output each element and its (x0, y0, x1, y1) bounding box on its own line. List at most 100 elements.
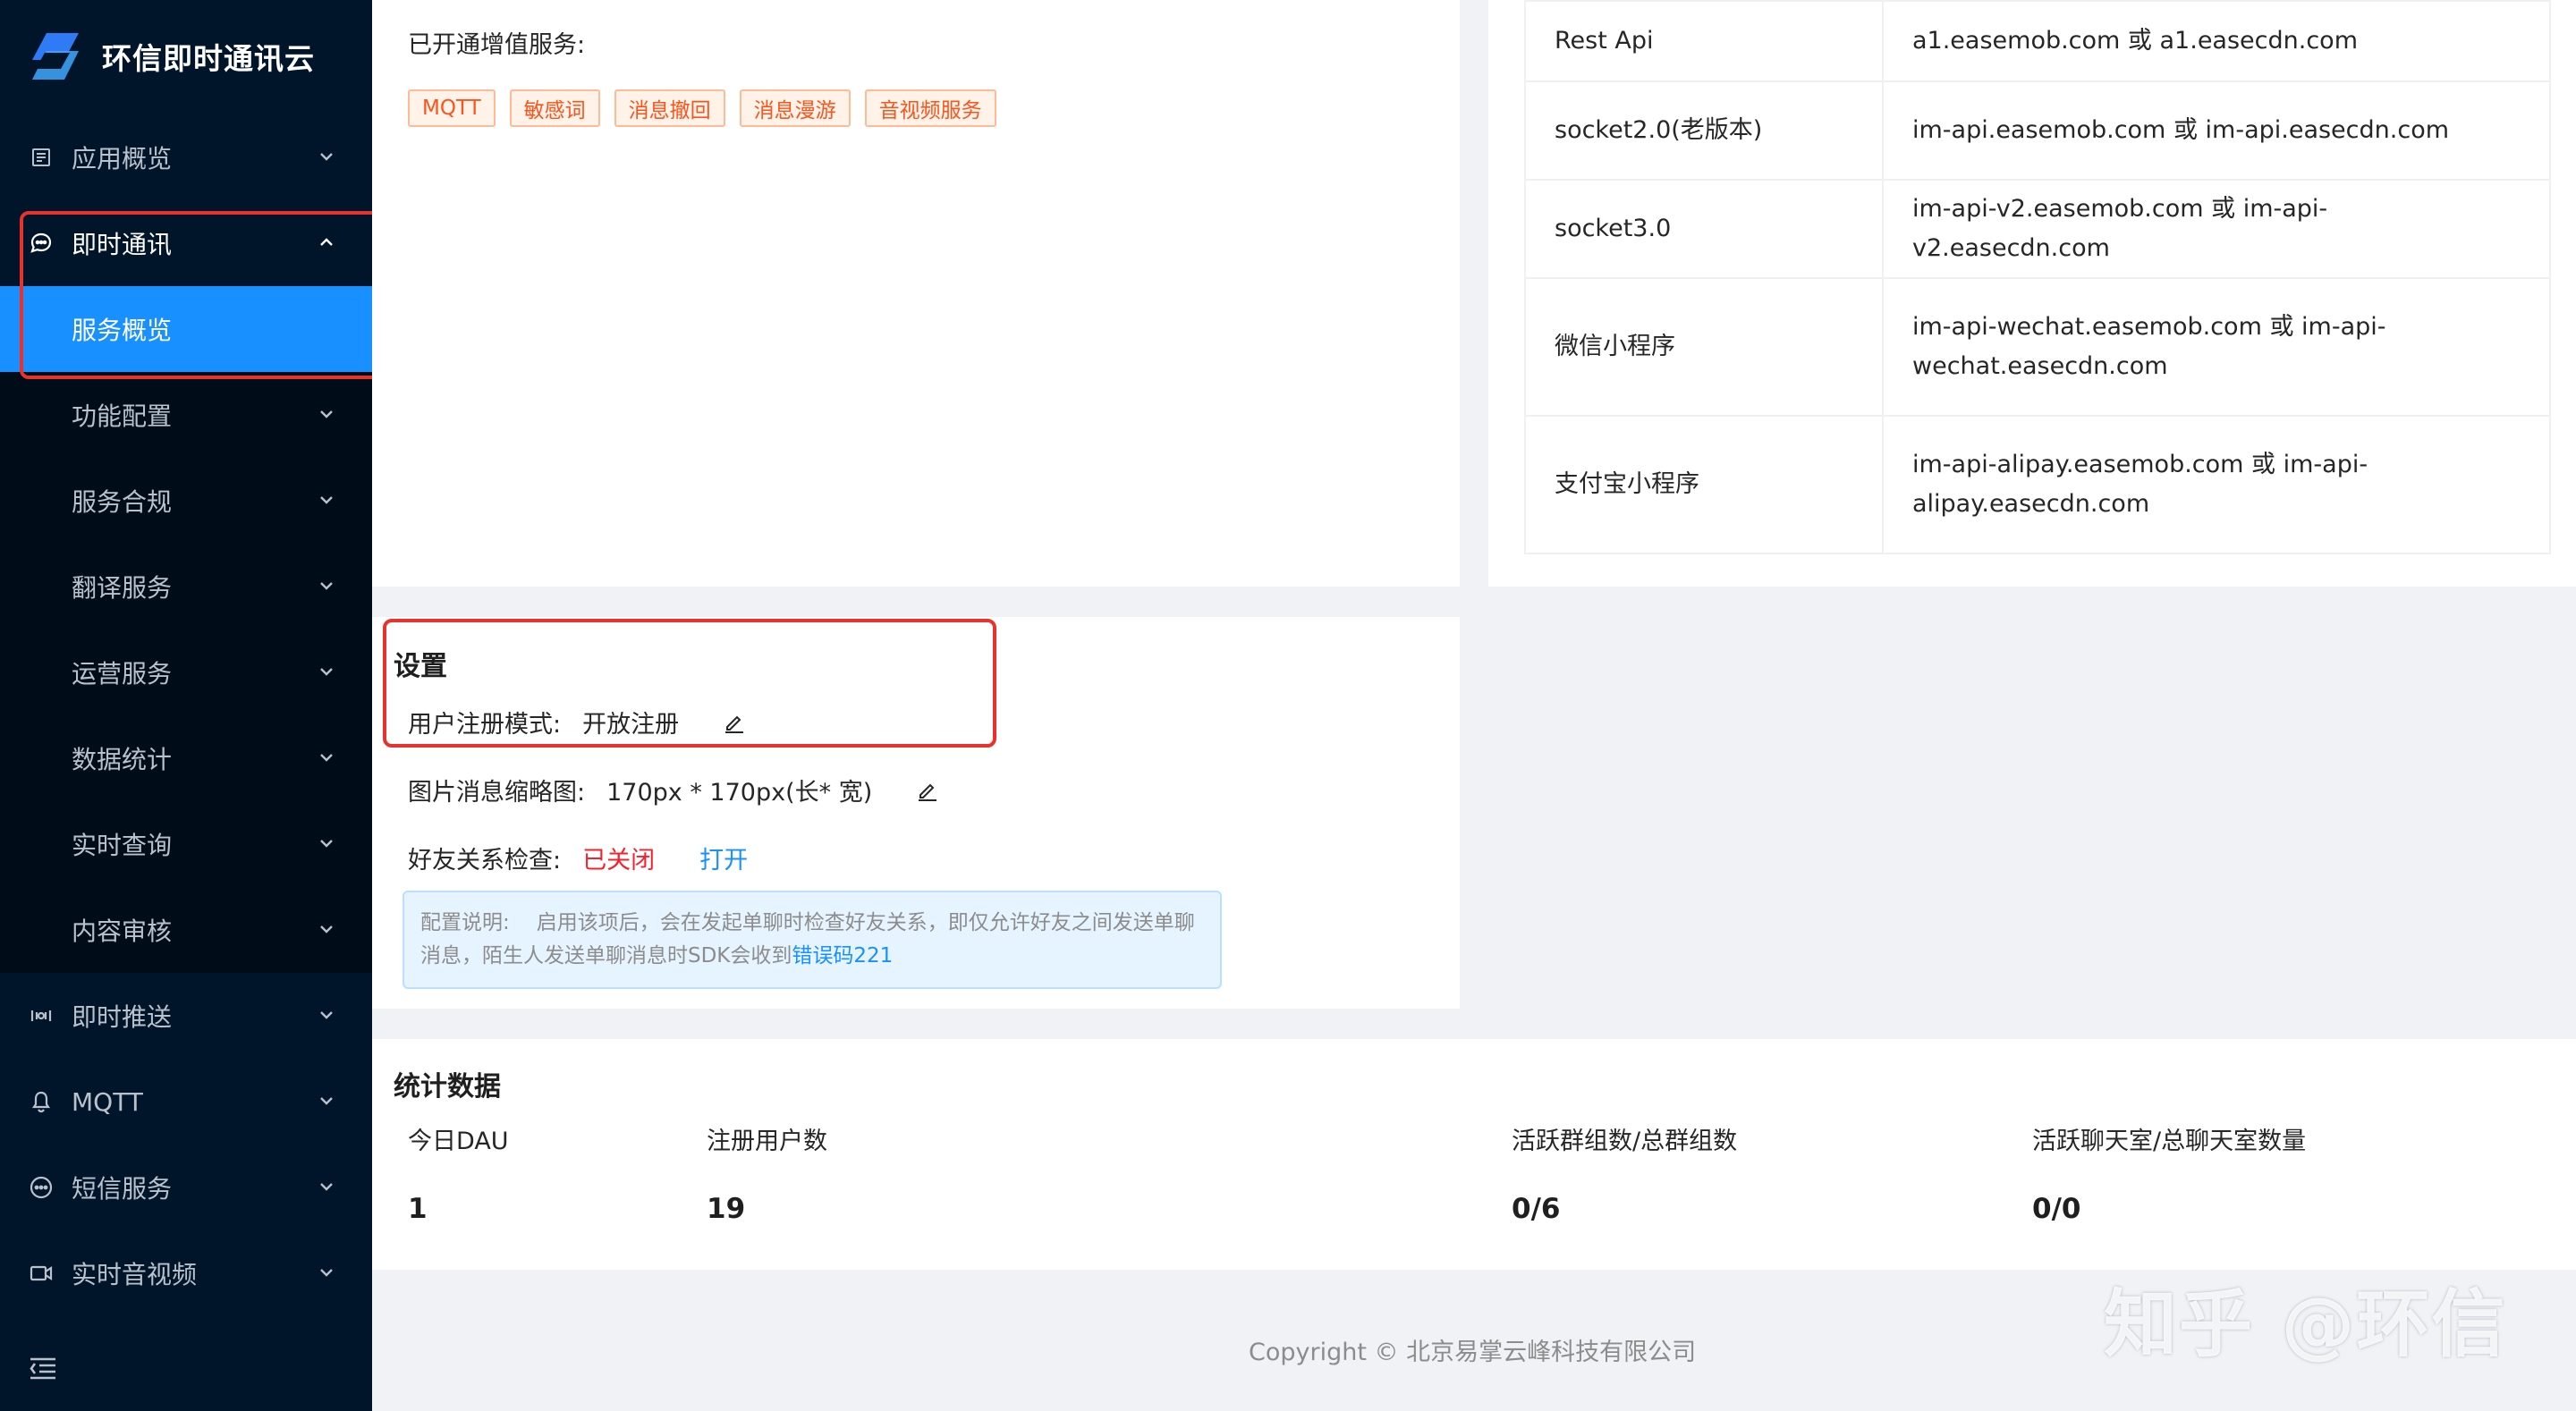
app-title: 环信即时通讯云 (102, 35, 315, 78)
chevron-down-icon (317, 1177, 336, 1196)
chevron-down-icon (317, 662, 336, 681)
stat-value-dau: 1 (408, 1193, 428, 1225)
app-logo[interactable]: 环信即时通讯云 (27, 25, 315, 88)
sidebar-item-label: 翻译服务 (72, 569, 172, 604)
sidebar-item-statistics[interactable]: 数据统计 (0, 715, 372, 801)
value-added-services-panel: 已开通增值服务: MQTT 敏感词 消息撤回 消息漫游 音视频服务 (372, 0, 1460, 587)
stat-value-chatrooms: 0/0 (2032, 1193, 2080, 1225)
sidebar-item-label: 即时推送 (72, 998, 172, 1034)
push-icon (27, 1001, 55, 1030)
sidebar-item-app-overview[interactable]: 应用概览 (0, 114, 372, 200)
address-name: Rest Api (1525, 1, 1883, 81)
sidebar-menu: 应用概览 即时通讯 服务概览 功能配置 服务合规 翻译服务 (0, 114, 372, 1316)
register-mode-value: 开放注册 (582, 705, 679, 739)
address-value: im-api-v2.easemob.com 或 im-api-v2.easecd… (1883, 180, 2550, 278)
sidebar-item-label: 运营服务 (72, 655, 172, 690)
chevron-down-icon (317, 490, 336, 510)
sidebar-item-label: 数据统计 (72, 740, 172, 776)
error-code-link[interactable]: 错误码221 (792, 944, 893, 967)
logo-icon (27, 28, 84, 85)
enable-friend-check-link[interactable]: 打开 (699, 841, 748, 875)
address-value: im-api.easemob.com 或 im-api.easecdn.com (1883, 81, 2550, 180)
address-name: socket2.0(老版本) (1525, 81, 1883, 180)
video-icon (27, 1259, 55, 1288)
watermark: 知乎 @环信 (2104, 1264, 2507, 1371)
sidebar-item-label: 短信服务 (72, 1170, 172, 1205)
service-tags: MQTT 敏感词 消息撤回 消息漫游 音视频服务 (408, 89, 996, 127)
sidebar-item-label: 功能配置 (72, 397, 172, 433)
chevron-down-icon (317, 919, 336, 939)
chat-icon (27, 229, 55, 258)
service-tag: 消息撤回 (614, 89, 725, 127)
chevron-down-icon (317, 748, 336, 767)
list-icon (27, 143, 55, 172)
stat-value-registered: 19 (707, 1193, 745, 1225)
thumbnail-label: 图片消息缩略图: (408, 773, 585, 807)
address-value: im-api-alipay.easemob.com 或 im-api-alipa… (1883, 416, 2550, 553)
edit-icon[interactable] (915, 778, 940, 803)
stats-title: 统计数据 (394, 1064, 501, 1103)
sidebar-item-compliance[interactable]: 服务合规 (0, 458, 372, 544)
chevron-down-icon (317, 404, 336, 424)
register-mode-row: 用户注册模式: 开放注册 (408, 705, 747, 739)
register-mode-label: 用户注册模式: (408, 705, 561, 739)
address-name: socket3.0 (1525, 180, 1883, 278)
table-row: 支付宝小程序 im-api-alipay.easemob.com 或 im-ap… (1525, 416, 2550, 553)
sidebar-item-label: 服务合规 (72, 483, 172, 519)
table-row: socket2.0(老版本) im-api.easemob.com 或 im-a… (1525, 81, 2550, 180)
friend-check-label: 好友关系检查: (408, 841, 561, 875)
friend-check-row: 好友关系检查: 已关闭 打开 (408, 841, 748, 875)
sidebar-item-label: 实时音视频 (72, 1255, 197, 1291)
sidebar-item-operations[interactable]: 运营服务 (0, 629, 372, 715)
sidebar-item-content-review[interactable]: 内容审核 (0, 887, 372, 973)
service-tag: 敏感词 (510, 89, 600, 127)
sidebar-item-instant-messaging[interactable]: 即时通讯 (0, 200, 372, 286)
sidebar-item-label: 实时查询 (72, 826, 172, 862)
copyright-text: Copyright © 北京易掌云峰科技有限公司 (1249, 1332, 1696, 1367)
sidebar-item-translation[interactable]: 翻译服务 (0, 544, 372, 629)
collapse-menu-icon[interactable] (27, 1352, 59, 1384)
edit-icon[interactable] (722, 710, 747, 735)
thumbnail-value: 170px * 170px(长* 宽) (606, 773, 872, 807)
chevron-down-icon (317, 1005, 336, 1025)
thumbnail-row: 图片消息缩略图: 170px * 170px(长* 宽) (408, 773, 940, 807)
chevron-down-icon (317, 833, 336, 853)
sidebar: 环信即时通讯云 应用概览 即时通讯 服务概览 功能配置 (0, 0, 372, 1411)
sidebar-item-mqtt[interactable]: MQTT (0, 1059, 372, 1145)
server-address-panel: Rest Api a1.easemob.com 或 a1.easecdn.com… (1488, 0, 2576, 587)
stat-label-registered: 注册用户数 (707, 1121, 827, 1156)
sms-icon (27, 1173, 55, 1202)
sidebar-item-label: 服务概览 (72, 311, 172, 347)
sidebar-item-label: 内容审核 (72, 912, 172, 948)
sidebar-item-label: 应用概览 (72, 139, 172, 175)
table-row: 微信小程序 im-api-wechat.easemob.com 或 im-api… (1525, 278, 2550, 416)
address-value: im-api-wechat.easemob.com 或 im-api-wecha… (1883, 278, 2550, 416)
address-name: 支付宝小程序 (1525, 416, 1883, 553)
stat-value-groups: 0/6 (1512, 1193, 1560, 1225)
sidebar-item-sms[interactable]: 短信服务 (0, 1145, 372, 1230)
service-tag: 音视频服务 (865, 89, 996, 127)
service-tag: MQTT (408, 89, 496, 127)
bell-icon (27, 1087, 55, 1116)
address-name: 微信小程序 (1525, 278, 1883, 416)
sidebar-item-push[interactable]: 即时推送 (0, 973, 372, 1059)
stat-label-dau: 今日DAU (408, 1121, 509, 1156)
chevron-down-icon (317, 1263, 336, 1282)
config-note: 配置说明:启用该项后，会在发起单聊时检查好友关系，即仅允许好友之间发送单聊消息，… (402, 891, 1222, 989)
chevron-down-icon (317, 576, 336, 596)
sidebar-item-label: MQTT (72, 1087, 143, 1117)
chevron-up-icon (317, 232, 336, 252)
table-row: socket3.0 im-api-v2.easemob.com 或 im-api… (1525, 180, 2550, 278)
stat-label-chatrooms: 活跃聊天室/总聊天室数量 (2032, 1121, 2306, 1156)
sidebar-item-rtc[interactable]: 实时音视频 (0, 1230, 372, 1316)
sidebar-item-feature-config[interactable]: 功能配置 (0, 372, 372, 458)
sidebar-item-service-overview[interactable]: 服务概览 (0, 286, 372, 372)
sidebar-item-realtime-query[interactable]: 实时查询 (0, 801, 372, 887)
friend-check-status: 已关闭 (582, 841, 655, 875)
table-row: Rest Api a1.easemob.com 或 a1.easecdn.com (1525, 1, 2550, 81)
settings-panel: 设置 用户注册模式: 开放注册 图片消息缩略图: 170px * 170px(长… (372, 617, 1460, 1009)
chevron-down-icon (317, 1091, 336, 1111)
address-value: a1.easemob.com 或 a1.easecdn.com (1883, 1, 2550, 81)
service-tag: 消息漫游 (740, 89, 851, 127)
value-added-title: 已开通增值服务: (408, 25, 585, 60)
